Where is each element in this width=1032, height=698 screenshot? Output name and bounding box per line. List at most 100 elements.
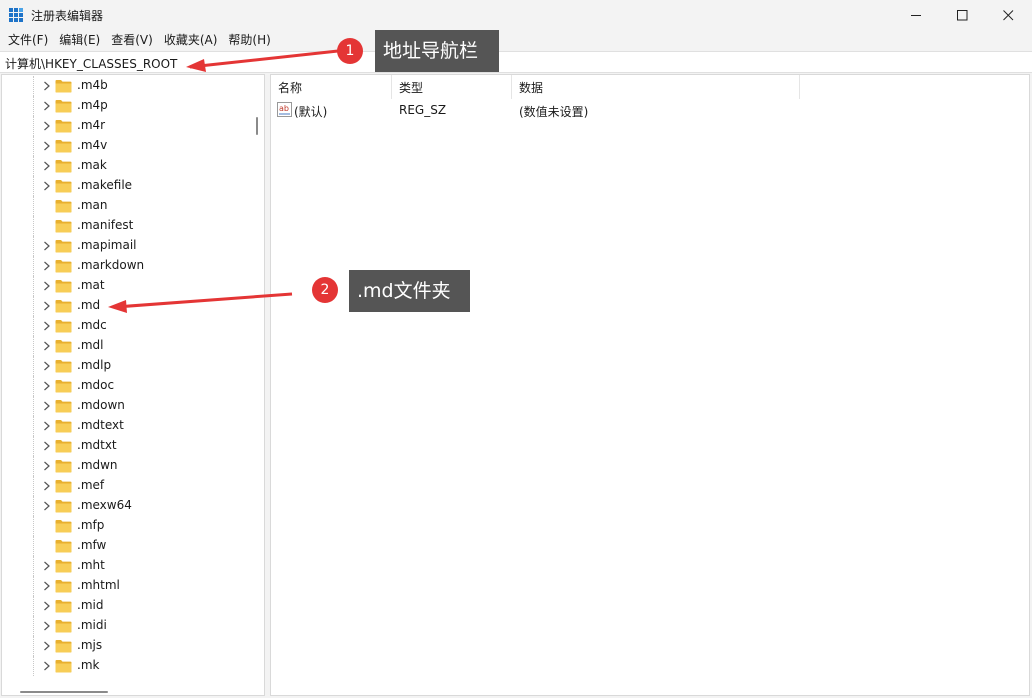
chevron-right-icon[interactable] bbox=[42, 121, 51, 131]
folder-icon bbox=[55, 100, 72, 113]
menu-favorites[interactable]: 收藏夹(A) bbox=[160, 30, 222, 50]
tree-item-label: .m4p bbox=[77, 98, 108, 112]
chevron-right-icon[interactable] bbox=[42, 561, 51, 571]
menu-bar: 文件(F) 编辑(E) 查看(V) 收藏夹(A) 帮助(H) bbox=[0, 30, 1032, 50]
chevron-right-icon[interactable] bbox=[42, 481, 51, 491]
column-header-type[interactable]: 类型 bbox=[392, 75, 512, 99]
close-button[interactable] bbox=[985, 0, 1031, 30]
tree-item[interactable]: .mdoc bbox=[2, 376, 250, 396]
tree-vertical-scroll-thumb[interactable] bbox=[256, 117, 258, 135]
chevron-right-icon[interactable] bbox=[42, 81, 51, 91]
column-header-name[interactable]: 名称 bbox=[271, 75, 392, 99]
folder-icon bbox=[55, 460, 72, 473]
tree-item[interactable]: .mdwn bbox=[2, 456, 250, 476]
chevron-right-icon[interactable] bbox=[42, 301, 51, 311]
chevron-right-icon[interactable] bbox=[42, 261, 51, 271]
chevron-right-icon[interactable] bbox=[42, 441, 51, 451]
menu-view[interactable]: 查看(V) bbox=[107, 30, 157, 50]
chevron-right-icon[interactable] bbox=[42, 141, 51, 151]
tree-guide-line bbox=[33, 296, 34, 316]
tree-item[interactable]: .m4b bbox=[2, 76, 250, 96]
tree-guide-line bbox=[33, 616, 34, 636]
tree-item[interactable]: .man bbox=[2, 196, 250, 216]
chevron-right-icon[interactable] bbox=[42, 321, 51, 331]
tree-item-label: .markdown bbox=[77, 258, 145, 272]
tree-horizontal-scroll-thumb[interactable] bbox=[20, 691, 108, 693]
chevron-right-icon[interactable] bbox=[42, 581, 51, 591]
tree-item-label: .mht bbox=[77, 558, 105, 572]
chevron-right-icon[interactable] bbox=[42, 341, 51, 351]
tree-vertical-scrollbar[interactable] bbox=[250, 75, 264, 681]
tree-item-label: .mk bbox=[77, 658, 100, 672]
tree-guide-line bbox=[33, 456, 34, 476]
tree-item-label: .mid bbox=[77, 598, 104, 612]
tree-item[interactable]: .mid bbox=[2, 596, 250, 616]
tree-item[interactable]: .md bbox=[2, 296, 250, 316]
tree-item[interactable]: .mfw bbox=[2, 536, 250, 556]
tree-item[interactable]: .mdown bbox=[2, 396, 250, 416]
folder-icon bbox=[55, 580, 72, 593]
chevron-right-icon[interactable] bbox=[42, 601, 51, 611]
chevron-right-icon[interactable] bbox=[42, 661, 51, 671]
chevron-right-icon[interactable] bbox=[42, 281, 51, 291]
tree-item[interactable]: .mak bbox=[2, 156, 250, 176]
tree-item[interactable]: .midi bbox=[2, 616, 250, 636]
tree-item[interactable]: .m4v bbox=[2, 136, 250, 156]
value-row[interactable]: ab (默认) REG_SZ (数值未设置) bbox=[271, 100, 971, 120]
tree-item[interactable]: .mapimail bbox=[2, 236, 250, 256]
column-header-data[interactable]: 数据 bbox=[512, 75, 800, 99]
tree-item[interactable]: .mdtxt bbox=[2, 436, 250, 456]
address-path[interactable]: 计算机\HKEY_CLASSES_ROOT bbox=[5, 55, 177, 72]
menu-file[interactable]: 文件(F) bbox=[4, 30, 52, 50]
values-pane[interactable]: 名称 类型 数据 ab (默认) REG_SZ (数值未设置) bbox=[270, 74, 1030, 696]
tree-item[interactable]: .mef bbox=[2, 476, 250, 496]
chevron-right-icon[interactable] bbox=[42, 381, 51, 391]
tree-item[interactable]: .manifest bbox=[2, 216, 250, 236]
chevron-right-icon[interactable] bbox=[42, 161, 51, 171]
tree-item[interactable]: .markdown bbox=[2, 256, 250, 276]
maximize-button[interactable] bbox=[939, 0, 985, 30]
address-bar[interactable]: 计算机\HKEY_CLASSES_ROOT bbox=[0, 51, 1032, 73]
tree-item[interactable]: .m4p bbox=[2, 96, 250, 116]
tree-item[interactable]: .mjs bbox=[2, 636, 250, 656]
tree-horizontal-scrollbar[interactable] bbox=[2, 681, 264, 695]
tree-guide-line bbox=[33, 356, 34, 376]
tree-item[interactable]: .mfp bbox=[2, 516, 250, 536]
tree-item-label: .manifest bbox=[77, 218, 134, 232]
annotation-badge-2: 2 bbox=[312, 277, 338, 303]
menu-help[interactable]: 帮助(H) bbox=[224, 30, 274, 50]
tree-item[interactable]: .mht bbox=[2, 556, 250, 576]
chevron-right-icon[interactable] bbox=[42, 461, 51, 471]
tree-item[interactable]: .mat bbox=[2, 276, 250, 296]
minimize-button[interactable] bbox=[893, 0, 939, 30]
tree-item[interactable]: .mdlp bbox=[2, 356, 250, 376]
chevron-right-icon[interactable] bbox=[42, 421, 51, 431]
tree-item[interactable]: .mhtml bbox=[2, 576, 250, 596]
chevron-right-icon[interactable] bbox=[42, 621, 51, 631]
tree-item-label: .m4v bbox=[77, 138, 108, 152]
tree-guide-line bbox=[33, 116, 34, 136]
menu-edit[interactable]: 编辑(E) bbox=[55, 30, 104, 50]
chevron-right-icon[interactable] bbox=[42, 101, 51, 111]
tree-item[interactable]: .mk bbox=[2, 656, 250, 676]
tree-item[interactable]: .m4r bbox=[2, 116, 250, 136]
tree-item[interactable]: .mdtext bbox=[2, 416, 250, 436]
tree-guide-line bbox=[33, 316, 34, 336]
folder-icon bbox=[55, 420, 72, 433]
tree-item-label: .m4r bbox=[77, 118, 106, 132]
key-tree-pane[interactable]: .m4b .m4p .m4r .m4v .mak .makefile .man .manife… bbox=[1, 74, 265, 696]
chevron-right-icon[interactable] bbox=[42, 401, 51, 411]
chevron-right-icon[interactable] bbox=[42, 641, 51, 651]
tree-guide-line bbox=[33, 136, 34, 156]
chevron-right-icon[interactable] bbox=[42, 361, 51, 371]
tree-guide-line bbox=[33, 556, 34, 576]
chevron-right-icon[interactable] bbox=[42, 501, 51, 511]
tree-item[interactable]: .mexw64 bbox=[2, 496, 250, 516]
tree-item[interactable]: .makefile bbox=[2, 176, 250, 196]
chevron-right-icon[interactable] bbox=[42, 181, 51, 191]
tree-item[interactable]: .mdl bbox=[2, 336, 250, 356]
tree-guide-line bbox=[33, 496, 34, 516]
chevron-right-icon[interactable] bbox=[42, 241, 51, 251]
tree-item[interactable]: .mdc bbox=[2, 316, 250, 336]
folder-icon bbox=[55, 180, 72, 193]
